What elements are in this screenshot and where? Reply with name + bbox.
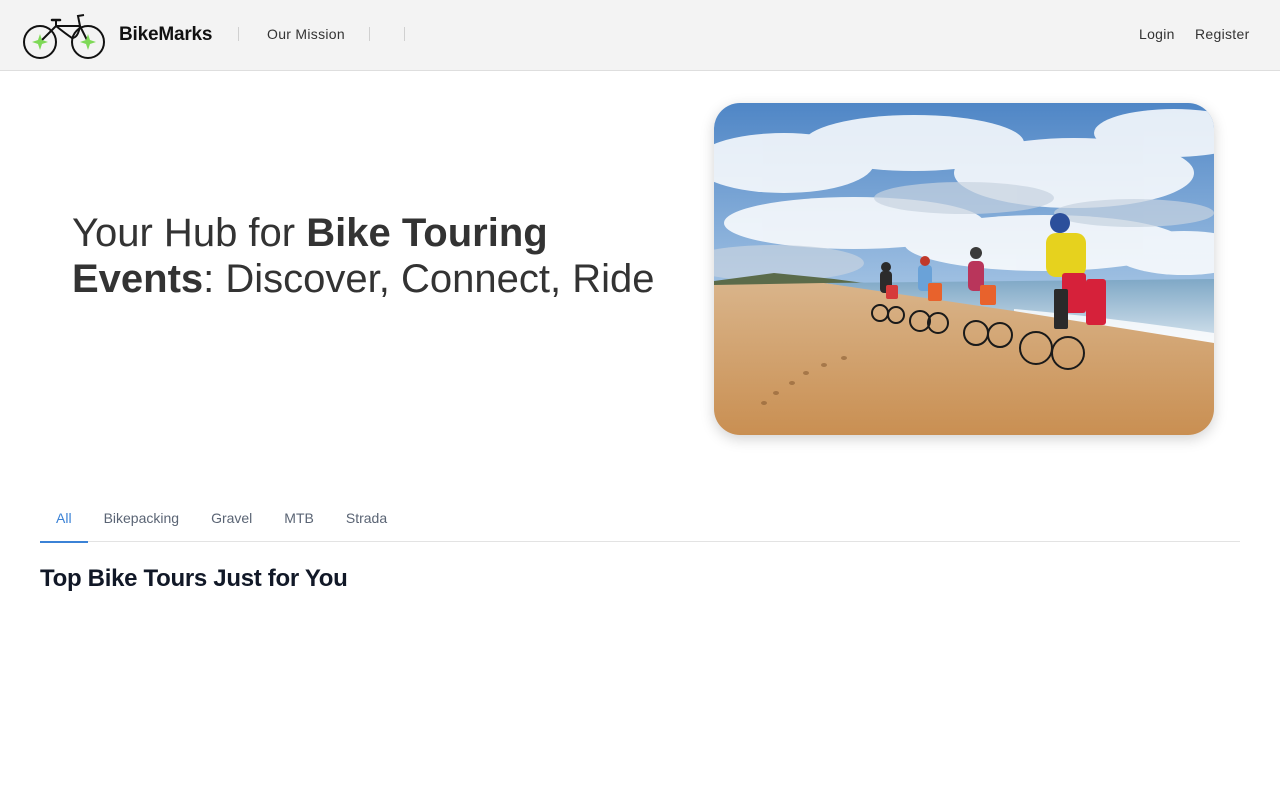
tab-strada[interactable]: Strada bbox=[330, 500, 403, 542]
top-navigation-bar: BikeMarks Our Mission Login Register bbox=[0, 0, 1280, 71]
tab-mtb[interactable]: MTB bbox=[268, 500, 330, 542]
hero-image bbox=[714, 103, 1214, 435]
hero-heading-part1: Your Hub for bbox=[72, 211, 307, 255]
cyclists-beach-illustration bbox=[714, 103, 1214, 435]
nav-divider bbox=[238, 27, 239, 41]
nav-link-our-mission[interactable]: Our Mission bbox=[267, 26, 345, 42]
section-title: Top Bike Tours Just for You bbox=[40, 565, 348, 592]
register-link[interactable]: Register bbox=[1195, 26, 1250, 42]
nav-divider bbox=[404, 27, 405, 41]
hero-heading-part2: : Discover, Connect, Ride bbox=[203, 257, 655, 301]
hero-heading: Your Hub for Bike Touring Events: Discov… bbox=[72, 210, 672, 302]
tab-all[interactable]: All bbox=[40, 500, 88, 543]
brand-logo-link[interactable] bbox=[22, 12, 107, 62]
tab-gravel[interactable]: Gravel bbox=[195, 500, 268, 542]
brand-name[interactable]: BikeMarks bbox=[119, 24, 212, 46]
bicycle-logo-icon bbox=[23, 14, 105, 59]
category-tabs: All Bikepacking Gravel MTB Strada bbox=[40, 500, 1240, 543]
nav-divider bbox=[369, 27, 370, 41]
login-link[interactable]: Login bbox=[1139, 26, 1175, 42]
tab-bikepacking[interactable]: Bikepacking bbox=[88, 500, 196, 542]
